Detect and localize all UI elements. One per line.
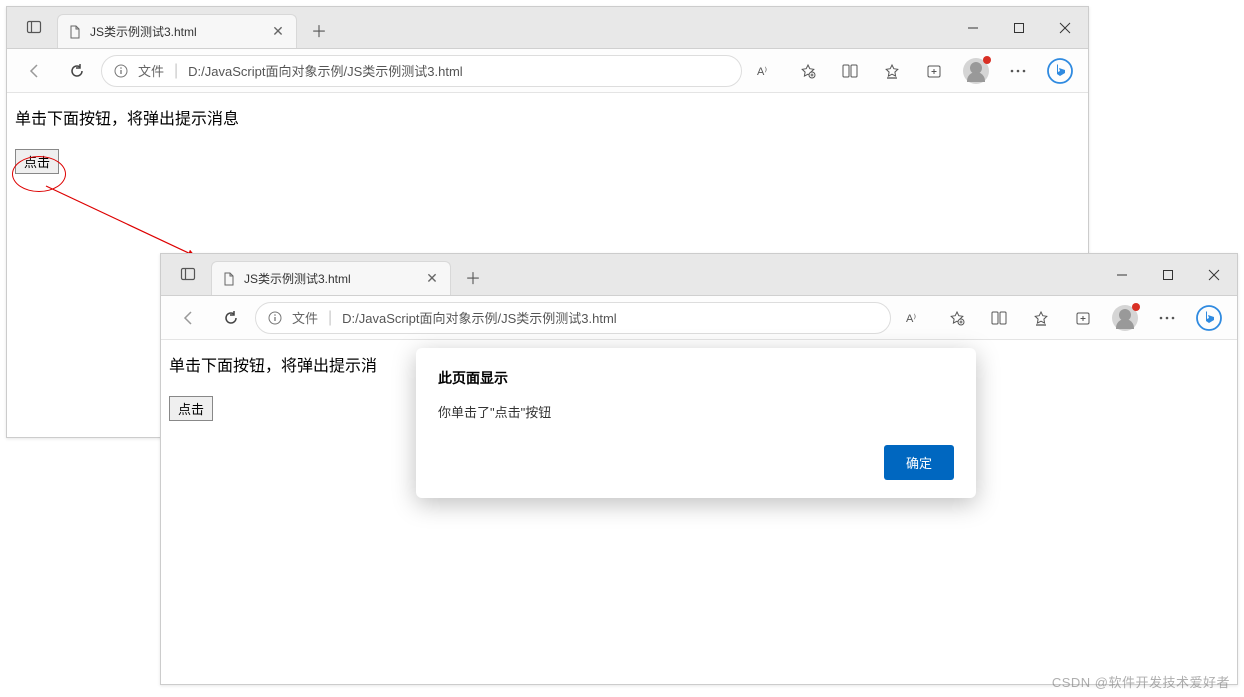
tab-title: JS类示例测试3.html (244, 270, 416, 287)
toolbar: 文件 | D:/JavaScript面向对象示例/JS类示例测试3.html A… (7, 49, 1088, 93)
profile-button[interactable] (1107, 300, 1143, 336)
refresh-button[interactable] (59, 53, 95, 89)
page-content: 单击下面按钮，将弹出提示消息 点击 (7, 93, 1088, 186)
click-button[interactable]: 点击 (15, 149, 59, 174)
tab-close-button[interactable]: ✕ (270, 24, 286, 40)
info-icon (268, 311, 282, 325)
new-tab-button[interactable]: ＋ (457, 261, 489, 293)
svg-text:A⁾: A⁾ (757, 66, 767, 78)
split-screen-button[interactable] (832, 53, 868, 89)
window-controls (950, 7, 1088, 48)
document-icon (68, 25, 82, 39)
close-button[interactable] (1191, 254, 1237, 296)
info-icon (114, 64, 128, 78)
minimize-button[interactable] (1099, 254, 1145, 296)
browser-tab[interactable]: JS类示例测试3.html ✕ (211, 261, 451, 295)
address-bar[interactable]: 文件 | D:/JavaScript面向对象示例/JS类示例测试3.html (101, 55, 742, 87)
document-icon (222, 272, 236, 286)
favorites-button[interactable] (939, 300, 975, 336)
alert-ok-button[interactable]: 确定 (884, 445, 954, 480)
favorites-bar-button[interactable] (1023, 300, 1059, 336)
tab-actions-button[interactable] (15, 6, 53, 48)
tab-close-button[interactable]: ✕ (424, 271, 440, 287)
alert-title: 此页面显示 (438, 368, 954, 388)
tab-title: JS类示例测试3.html (90, 23, 262, 40)
refresh-button[interactable] (213, 300, 249, 336)
addr-prefix-label: 文件 (138, 61, 164, 80)
split-screen-button[interactable] (981, 300, 1017, 336)
alert-actions: 确定 (438, 445, 954, 480)
back-button[interactable] (171, 300, 207, 336)
maximize-button[interactable] (996, 7, 1042, 49)
titlebar: JS类示例测试3.html ✕ ＋ (7, 7, 1088, 49)
svg-text:A⁾: A⁾ (906, 313, 916, 325)
collections-button[interactable] (1065, 300, 1101, 336)
addr-prefix-label: 文件 (292, 308, 318, 327)
titlebar: JS类示例测试3.html ✕ ＋ (161, 254, 1237, 296)
more-button[interactable] (1000, 53, 1036, 89)
addr-path: D:/JavaScript面向对象示例/JS类示例测试3.html (342, 308, 617, 327)
addr-separator: | (174, 62, 178, 80)
tab-area: JS类示例测试3.html ✕ ＋ (7, 7, 950, 48)
bing-icon (1047, 58, 1073, 84)
new-tab-button[interactable]: ＋ (303, 14, 335, 46)
profile-button[interactable] (958, 53, 994, 89)
address-bar[interactable]: 文件 | D:/JavaScript面向对象示例/JS类示例测试3.html (255, 302, 891, 334)
collections-button[interactable] (916, 53, 952, 89)
click-button[interactable]: 点击 (169, 396, 213, 421)
bing-button[interactable] (1042, 53, 1078, 89)
tab-area: JS类示例测试3.html ✕ ＋ (161, 254, 1099, 295)
toolbar: 文件 | D:/JavaScript面向对象示例/JS类示例测试3.html A… (161, 296, 1237, 340)
alert-message: 你单击了"点击"按钮 (438, 402, 954, 421)
tab-actions-button[interactable] (169, 253, 207, 295)
more-button[interactable] (1149, 300, 1185, 336)
browser-window-2: JS类示例测试3.html ✕ ＋ 文件 | D:/JavaScript面向对象… (160, 253, 1238, 685)
favorites-button[interactable] (790, 53, 826, 89)
watermark: CSDN @软件开发技术爱好者 (1052, 672, 1230, 691)
addr-path: D:/JavaScript面向对象示例/JS类示例测试3.html (188, 61, 463, 80)
bing-button[interactable] (1191, 300, 1227, 336)
read-aloud-button[interactable]: A⁾ (897, 300, 933, 336)
bing-icon (1196, 305, 1222, 331)
maximize-button[interactable] (1145, 254, 1191, 296)
browser-tab[interactable]: JS类示例测试3.html ✕ (57, 14, 297, 48)
minimize-button[interactable] (950, 7, 996, 49)
favorites-bar-button[interactable] (874, 53, 910, 89)
addr-separator: | (328, 309, 332, 327)
alert-dialog: 此页面显示 你单击了"点击"按钮 确定 (416, 348, 976, 498)
page-instruction-text: 单击下面按钮，将弹出提示消息 (15, 105, 1080, 129)
read-aloud-button[interactable]: A⁾ (748, 53, 784, 89)
back-button[interactable] (17, 53, 53, 89)
window-controls (1099, 254, 1237, 295)
close-button[interactable] (1042, 7, 1088, 49)
